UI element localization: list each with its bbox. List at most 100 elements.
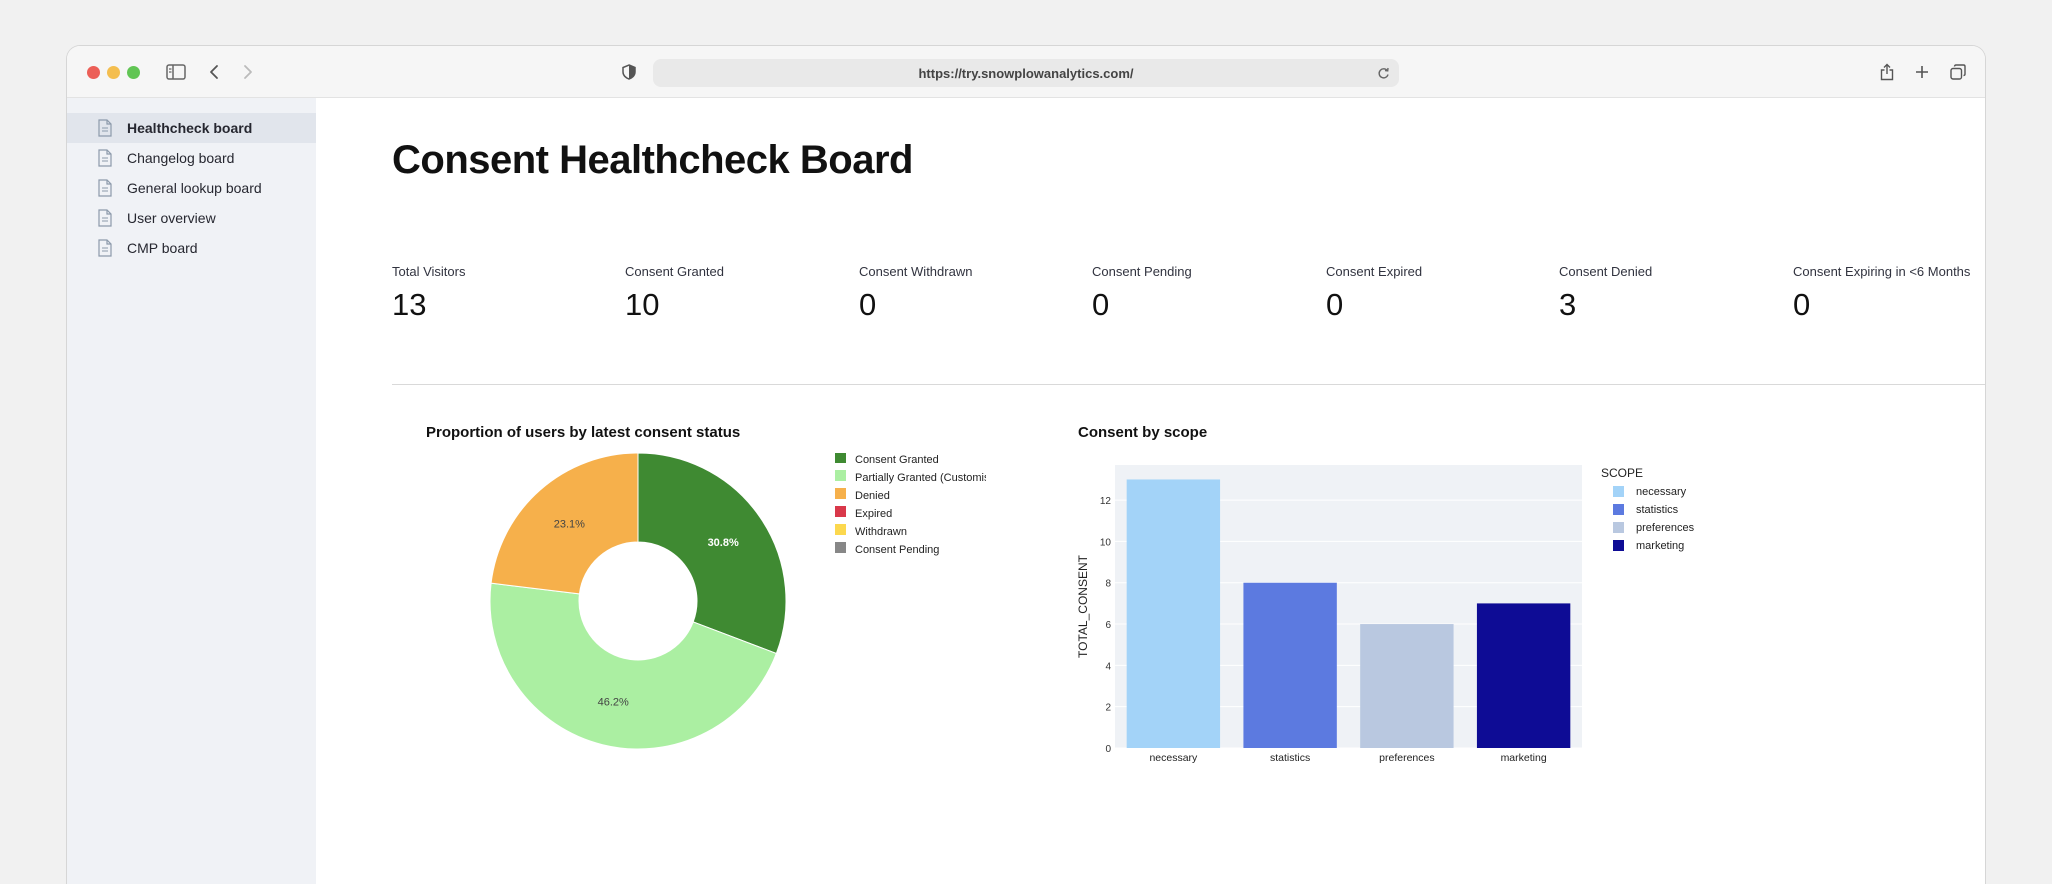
metric-label: Consent Expired [1326,264,1423,279]
bar-chart-title: Consent by scope [1078,424,1208,441]
y-tick-label: 2 [1105,703,1111,714]
document-icon [98,179,112,197]
pie-slice[interactable] [637,453,787,655]
sidebar-item-label: Changelog board [127,150,235,166]
sidebar-item-label: General lookup board [127,180,262,196]
metric-consent-withdrawn: Consent Withdrawn 0 [859,264,972,323]
donut-chart-title: Proportion of users by latest consent st… [426,424,741,441]
legend-swatch [835,470,846,481]
maximize-window-button[interactable] [127,66,140,79]
y-axis-title: TOTAL_CONSENT [1076,554,1090,658]
back-icon[interactable] [204,59,224,85]
metric-label: Consent Denied [1559,264,1653,279]
legend-label[interactable]: Consent Pending [855,544,939,556]
metric-label: Consent Expiring in <6 Months [1793,264,1971,279]
bar-chart: 0 2 4 6 8 10 12 necessary statistics preferences m… [1076,465,1695,773]
close-window-button[interactable] [87,66,100,79]
legend-label[interactable]: marketing [1636,540,1684,552]
metric-consent-expiring: Consent Expiring in <6 Months 0 [1793,264,1970,323]
metric-total-visitors: Total Visitors 13 [392,264,465,323]
document-icon [98,209,112,227]
legend-label[interactable]: Consent Granted [855,454,939,466]
reload-icon[interactable] [1373,60,1393,86]
document-icon [98,119,112,137]
metric-value: 0 [1326,287,1344,322]
address-bar[interactable]: https://try.snowplowanalytics.com/ [653,59,1399,87]
metric-value: 13 [392,287,427,322]
url-text: https://try.snowplowanalytics.com/ [918,66,1134,81]
legend-title: SCOPE [1601,466,1643,480]
x-tick-label: necessary [1149,752,1198,764]
metric-value: 10 [625,287,660,322]
metric-consent-expired: Consent Expired 0 [1326,264,1422,323]
document-icon [98,239,112,257]
sidebar-item-label: Healthcheck board [127,120,253,136]
bar[interactable] [1360,624,1454,748]
y-tick-label: 12 [1100,496,1112,507]
sidebar-toggle-icon[interactable] [163,59,189,85]
browser-window: https://try.snowplowanalytics.com/ Healt… [66,45,1986,884]
legend-label[interactable]: Partially Granted (Customised) [855,472,986,484]
legend-label[interactable]: necessary [1636,486,1687,498]
sidebar-item-changelog-board[interactable]: Changelog board [67,143,316,173]
document-icon [98,149,112,167]
legend-label[interactable]: statistics [1636,504,1679,516]
metric-value: 3 [1559,287,1577,322]
main-content: Consent Healthcheck Board Total Visitors… [316,98,1985,884]
y-tick-label: 6 [1105,620,1111,631]
minimize-window-button[interactable] [107,66,120,79]
legend-label[interactable]: Denied [855,490,890,502]
legend-label[interactable]: Withdrawn [855,526,907,538]
legend-swatch [1613,540,1624,551]
metric-consent-denied: Consent Denied 3 [1559,264,1652,323]
donut-chart: 30.8% 46.2% 23.1% Consent Granted Partially… [489,453,986,750]
pie-slice-label: 46.2% [598,696,629,708]
sidebar-item-healthcheck-board[interactable]: Healthcheck board [67,113,316,143]
tab-overview-icon[interactable] [1948,59,1968,85]
legend-swatch [835,488,846,499]
x-tick-label: statistics [1270,752,1310,764]
y-tick-label: 4 [1105,661,1111,672]
bar[interactable] [1126,479,1221,748]
section-divider [392,384,1985,385]
page-title: Consent Healthcheck Board [392,138,913,182]
pie-slice-label: 30.8% [708,537,739,549]
x-tick-label: marketing [1501,752,1547,764]
bar[interactable] [1243,582,1337,748]
legend-swatch [835,524,846,535]
bar[interactable] [1476,603,1571,748]
legend-label[interactable]: Expired [855,508,892,520]
metric-consent-pending: Consent Pending 0 [1092,264,1192,323]
sidebar-item-cmp-board[interactable]: CMP board [67,233,316,263]
legend-swatch [835,506,846,517]
metric-label: Consent Pending [1092,264,1192,279]
pie-slice-label: 23.1% [554,519,585,531]
legend-label[interactable]: preferences [1636,522,1695,534]
metric-value: 0 [859,287,877,322]
sidebar-item-label: User overview [127,210,216,226]
metric-label: Consent Granted [625,264,725,279]
sidebar: Healthcheck board Changelog board Genera… [67,98,316,884]
metric-label: Total Visitors [392,264,466,279]
metric-label: Consent Withdrawn [859,264,973,279]
x-axis-title: SCOPE [1327,772,1369,773]
metric-value: 0 [1793,287,1811,322]
metric-value: 0 [1092,287,1110,322]
legend-swatch [1613,522,1624,533]
sidebar-item-general-lookup-board[interactable]: General lookup board [67,173,316,203]
browser-toolbar: https://try.snowplowanalytics.com/ [67,46,1985,98]
y-tick-label: 8 [1105,579,1111,590]
sidebar-item-label: CMP board [127,240,198,256]
y-tick-label: 0 [1105,744,1111,755]
legend-swatch [1613,504,1624,515]
x-tick-label: preferences [1379,752,1434,764]
sidebar-item-user-overview[interactable]: User overview [67,203,316,233]
new-tab-icon[interactable] [1912,59,1932,85]
share-icon[interactable] [1877,59,1897,85]
metric-consent-granted: Consent Granted 10 [625,264,724,323]
legend-swatch [835,542,846,553]
y-tick-label: 10 [1100,537,1112,548]
legend-swatch [1613,486,1624,497]
forward-icon[interactable] [238,59,258,85]
privacy-shield-icon[interactable] [619,59,639,85]
